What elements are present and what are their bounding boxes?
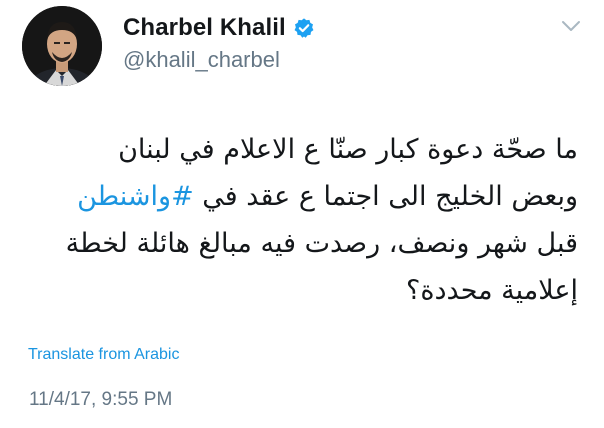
tweet-text-line: إعلامية محددة؟ — [406, 275, 578, 306]
chevron-down-icon[interactable] — [560, 18, 582, 34]
author-handle[interactable]: @khalil_charbel — [123, 47, 280, 73]
tweet-text-line: قبل شهر ونصف، رصدت فيه مبالغ هائلة لخطة — [65, 228, 578, 259]
avatar[interactable] — [22, 6, 102, 86]
translate-link[interactable]: Translate from Arabic — [28, 346, 179, 364]
tweet-card: Charbel Khalil @khalil_charbel ما صحّة د… — [0, 0, 604, 428]
tweet-text-line: وبعض الخليج الى اجتما ع عقد في #واشنطن — [23, 173, 578, 220]
tweet-text: ما صحّة دعوة كبار صنّا ع الاعلام في لبنا… — [23, 126, 578, 314]
tweet-text-line: ما صحّة دعوة كبار صنّا ع الاعلام في لبنا… — [118, 134, 578, 165]
author-name-row: Charbel Khalil — [123, 14, 315, 42]
tweet-text-segment: وبعض الخليج الى اجتما ع عقد في — [193, 181, 578, 212]
verified-badge-icon — [293, 17, 315, 39]
tweet-timestamp[interactable]: 11/4/17, 9:55 PM — [29, 389, 172, 411]
author-display-name[interactable]: Charbel Khalil — [123, 14, 286, 42]
hashtag-link[interactable]: #واشنطن — [77, 181, 194, 212]
